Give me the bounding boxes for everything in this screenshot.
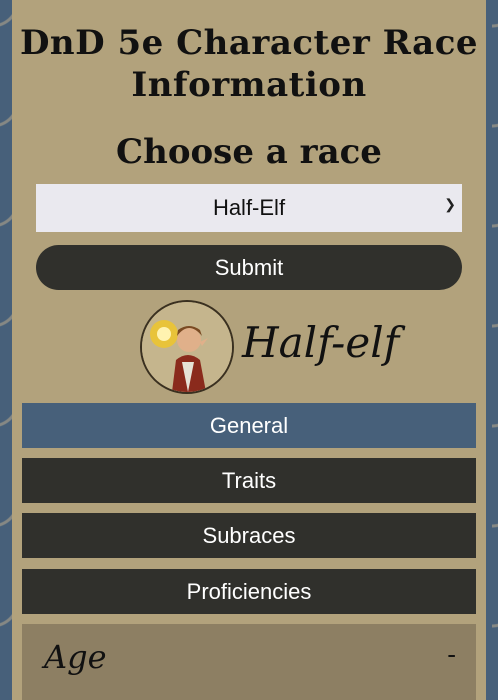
chevron-down-icon: ❯ bbox=[444, 196, 456, 212]
section-divider bbox=[22, 690, 476, 700]
submit-button[interactable]: Submit bbox=[36, 245, 462, 290]
collapse-toggle[interactable]: - bbox=[447, 640, 456, 670]
tab-traits[interactable]: Traits bbox=[22, 458, 476, 503]
age-section-header[interactable]: Age - bbox=[22, 624, 476, 690]
main-panel: DnD 5e Character Race Information Choose… bbox=[12, 0, 486, 700]
choose-race-heading: Choose a race bbox=[116, 132, 382, 172]
tab-subraces[interactable]: Subraces bbox=[22, 513, 476, 558]
race-select[interactable]: Half-Elf ❯ bbox=[36, 184, 462, 232]
race-name: Half-elf bbox=[242, 318, 400, 367]
tab-general[interactable]: General bbox=[22, 403, 476, 448]
page-title: DnD 5e Character Race Information bbox=[19, 23, 479, 105]
half-elf-portrait-icon bbox=[140, 300, 234, 394]
race-select-value: Half-Elf bbox=[212, 195, 286, 220]
age-section-label: Age bbox=[44, 638, 107, 676]
tab-proficiencies[interactable]: Proficiencies bbox=[22, 569, 476, 614]
